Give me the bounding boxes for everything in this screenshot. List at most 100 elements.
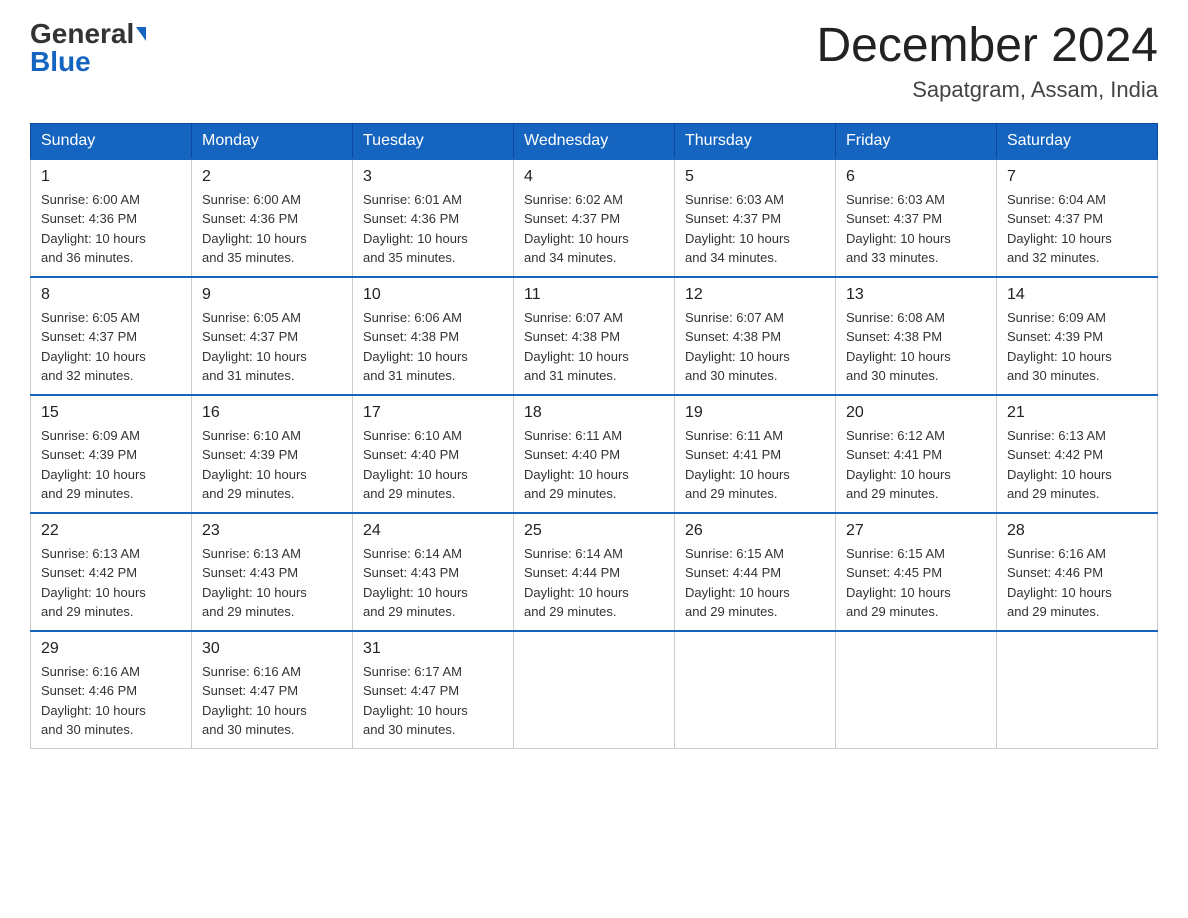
day-number: 27: [846, 522, 986, 540]
day-number: 28: [1007, 522, 1147, 540]
day-info: Sunrise: 6:05 AMSunset: 4:37 PMDaylight:…: [41, 310, 146, 384]
logo-general-text: General: [30, 20, 134, 48]
table-row: 1 Sunrise: 6:00 AMSunset: 4:36 PMDayligh…: [31, 159, 192, 277]
day-number: 17: [363, 404, 503, 422]
day-number: 31: [363, 640, 503, 658]
table-row: 8 Sunrise: 6:05 AMSunset: 4:37 PMDayligh…: [31, 277, 192, 395]
day-number: 18: [524, 404, 664, 422]
day-info: Sunrise: 6:10 AMSunset: 4:39 PMDaylight:…: [202, 428, 307, 502]
table-row: 5 Sunrise: 6:03 AMSunset: 4:37 PMDayligh…: [675, 159, 836, 277]
day-info: Sunrise: 6:13 AMSunset: 4:42 PMDaylight:…: [1007, 428, 1112, 502]
table-row: 28 Sunrise: 6:16 AMSunset: 4:46 PMDaylig…: [997, 513, 1158, 631]
table-row: [514, 631, 675, 749]
calendar-week-3: 15 Sunrise: 6:09 AMSunset: 4:39 PMDaylig…: [31, 395, 1158, 513]
day-info: Sunrise: 6:10 AMSunset: 4:40 PMDaylight:…: [363, 428, 468, 502]
table-row: 2 Sunrise: 6:00 AMSunset: 4:36 PMDayligh…: [192, 159, 353, 277]
day-info: Sunrise: 6:03 AMSunset: 4:37 PMDaylight:…: [846, 192, 951, 266]
day-number: 12: [685, 286, 825, 304]
col-wednesday: Wednesday: [514, 123, 675, 159]
day-info: Sunrise: 6:06 AMSunset: 4:38 PMDaylight:…: [363, 310, 468, 384]
day-info: Sunrise: 6:01 AMSunset: 4:36 PMDaylight:…: [363, 192, 468, 266]
calendar-week-5: 29 Sunrise: 6:16 AMSunset: 4:46 PMDaylig…: [31, 631, 1158, 749]
table-row: 6 Sunrise: 6:03 AMSunset: 4:37 PMDayligh…: [836, 159, 997, 277]
page-header: General Blue December 2024 Sapatgram, As…: [30, 20, 1158, 103]
day-info: Sunrise: 6:09 AMSunset: 4:39 PMDaylight:…: [1007, 310, 1112, 384]
table-row: 25 Sunrise: 6:14 AMSunset: 4:44 PMDaylig…: [514, 513, 675, 631]
day-number: 14: [1007, 286, 1147, 304]
logo-blue-text: Blue: [30, 46, 91, 77]
calendar-table: Sunday Monday Tuesday Wednesday Thursday…: [30, 123, 1158, 749]
day-info: Sunrise: 6:05 AMSunset: 4:37 PMDaylight:…: [202, 310, 307, 384]
table-row: [675, 631, 836, 749]
table-row: 29 Sunrise: 6:16 AMSunset: 4:46 PMDaylig…: [31, 631, 192, 749]
day-number: 26: [685, 522, 825, 540]
calendar-subtitle: Sapatgram, Assam, India: [816, 77, 1158, 103]
calendar-week-1: 1 Sunrise: 6:00 AMSunset: 4:36 PMDayligh…: [31, 159, 1158, 277]
table-row: 7 Sunrise: 6:04 AMSunset: 4:37 PMDayligh…: [997, 159, 1158, 277]
day-info: Sunrise: 6:08 AMSunset: 4:38 PMDaylight:…: [846, 310, 951, 384]
logo: General Blue: [30, 20, 146, 76]
day-number: 22: [41, 522, 181, 540]
day-number: 6: [846, 168, 986, 186]
title-section: December 2024 Sapatgram, Assam, India: [816, 20, 1158, 103]
day-info: Sunrise: 6:07 AMSunset: 4:38 PMDaylight:…: [524, 310, 629, 384]
day-info: Sunrise: 6:12 AMSunset: 4:41 PMDaylight:…: [846, 428, 951, 502]
calendar-week-4: 22 Sunrise: 6:13 AMSunset: 4:42 PMDaylig…: [31, 513, 1158, 631]
col-saturday: Saturday: [997, 123, 1158, 159]
day-info: Sunrise: 6:14 AMSunset: 4:43 PMDaylight:…: [363, 546, 468, 620]
table-row: 9 Sunrise: 6:05 AMSunset: 4:37 PMDayligh…: [192, 277, 353, 395]
day-number: 25: [524, 522, 664, 540]
table-row: 20 Sunrise: 6:12 AMSunset: 4:41 PMDaylig…: [836, 395, 997, 513]
day-info: Sunrise: 6:15 AMSunset: 4:45 PMDaylight:…: [846, 546, 951, 620]
table-row: 31 Sunrise: 6:17 AMSunset: 4:47 PMDaylig…: [353, 631, 514, 749]
day-info: Sunrise: 6:07 AMSunset: 4:38 PMDaylight:…: [685, 310, 790, 384]
table-row: 18 Sunrise: 6:11 AMSunset: 4:40 PMDaylig…: [514, 395, 675, 513]
day-number: 1: [41, 168, 181, 186]
day-info: Sunrise: 6:00 AMSunset: 4:36 PMDaylight:…: [41, 192, 146, 266]
day-number: 7: [1007, 168, 1147, 186]
day-info: Sunrise: 6:14 AMSunset: 4:44 PMDaylight:…: [524, 546, 629, 620]
day-number: 19: [685, 404, 825, 422]
table-row: 21 Sunrise: 6:13 AMSunset: 4:42 PMDaylig…: [997, 395, 1158, 513]
table-row: [997, 631, 1158, 749]
calendar-title: December 2024: [816, 20, 1158, 73]
day-number: 30: [202, 640, 342, 658]
day-info: Sunrise: 6:09 AMSunset: 4:39 PMDaylight:…: [41, 428, 146, 502]
day-info: Sunrise: 6:16 AMSunset: 4:47 PMDaylight:…: [202, 664, 307, 738]
day-info: Sunrise: 6:02 AMSunset: 4:37 PMDaylight:…: [524, 192, 629, 266]
day-number: 3: [363, 168, 503, 186]
day-number: 21: [1007, 404, 1147, 422]
day-info: Sunrise: 6:13 AMSunset: 4:42 PMDaylight:…: [41, 546, 146, 620]
day-info: Sunrise: 6:04 AMSunset: 4:37 PMDaylight:…: [1007, 192, 1112, 266]
table-row: [836, 631, 997, 749]
table-row: 11 Sunrise: 6:07 AMSunset: 4:38 PMDaylig…: [514, 277, 675, 395]
col-thursday: Thursday: [675, 123, 836, 159]
table-row: 16 Sunrise: 6:10 AMSunset: 4:39 PMDaylig…: [192, 395, 353, 513]
day-info: Sunrise: 6:00 AMSunset: 4:36 PMDaylight:…: [202, 192, 307, 266]
day-number: 23: [202, 522, 342, 540]
table-row: 4 Sunrise: 6:02 AMSunset: 4:37 PMDayligh…: [514, 159, 675, 277]
table-row: 22 Sunrise: 6:13 AMSunset: 4:42 PMDaylig…: [31, 513, 192, 631]
day-info: Sunrise: 6:03 AMSunset: 4:37 PMDaylight:…: [685, 192, 790, 266]
day-number: 11: [524, 286, 664, 304]
day-number: 5: [685, 168, 825, 186]
day-number: 29: [41, 640, 181, 658]
table-row: 30 Sunrise: 6:16 AMSunset: 4:47 PMDaylig…: [192, 631, 353, 749]
table-row: 12 Sunrise: 6:07 AMSunset: 4:38 PMDaylig…: [675, 277, 836, 395]
header-row: Sunday Monday Tuesday Wednesday Thursday…: [31, 123, 1158, 159]
day-number: 24: [363, 522, 503, 540]
day-info: Sunrise: 6:15 AMSunset: 4:44 PMDaylight:…: [685, 546, 790, 620]
col-monday: Monday: [192, 123, 353, 159]
day-info: Sunrise: 6:13 AMSunset: 4:43 PMDaylight:…: [202, 546, 307, 620]
calendar-week-2: 8 Sunrise: 6:05 AMSunset: 4:37 PMDayligh…: [31, 277, 1158, 395]
day-info: Sunrise: 6:16 AMSunset: 4:46 PMDaylight:…: [41, 664, 146, 738]
day-info: Sunrise: 6:17 AMSunset: 4:47 PMDaylight:…: [363, 664, 468, 738]
logo-arrow-icon: [136, 27, 146, 41]
day-number: 8: [41, 286, 181, 304]
day-number: 20: [846, 404, 986, 422]
day-number: 4: [524, 168, 664, 186]
day-number: 9: [202, 286, 342, 304]
table-row: 17 Sunrise: 6:10 AMSunset: 4:40 PMDaylig…: [353, 395, 514, 513]
day-number: 15: [41, 404, 181, 422]
day-number: 2: [202, 168, 342, 186]
